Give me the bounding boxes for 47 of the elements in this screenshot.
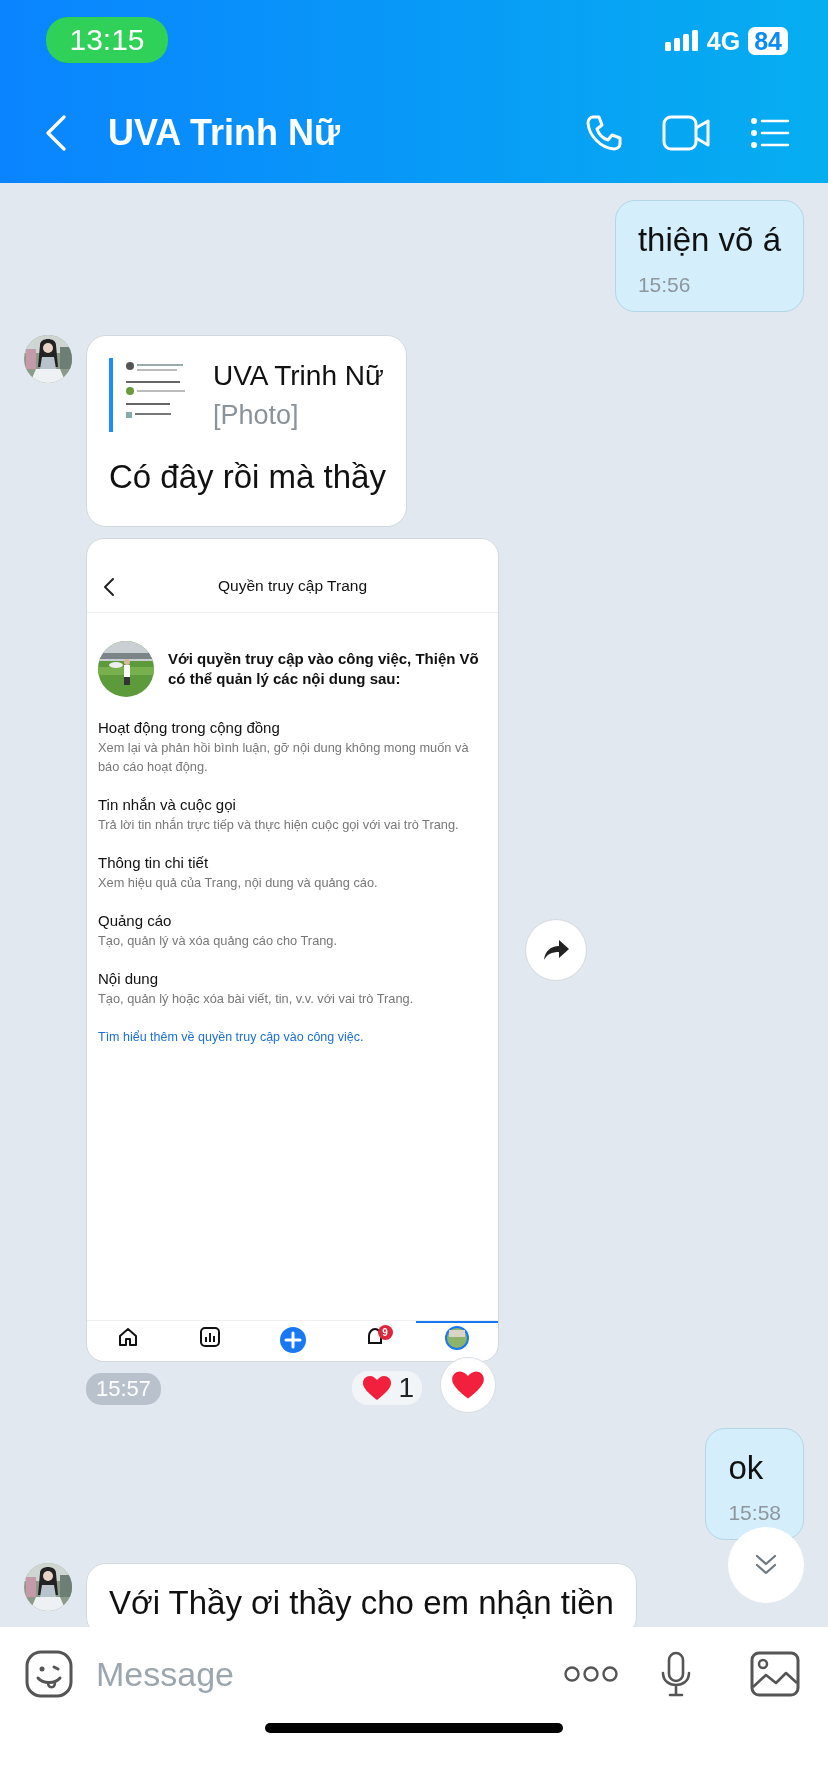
status-time: 13:15: [46, 17, 168, 63]
quote-preview: [Photo]: [213, 399, 300, 431]
screenshot-card[interactable]: [86, 538, 499, 1362]
video-call-icon[interactable]: [662, 113, 712, 152]
intro-text: Với quyền truy cập vào công việc, Thiện Võ có thể quản lý các nội dung sau:: [168, 649, 480, 689]
message-time: 15:58: [728, 1501, 781, 1525]
section-description: Xem lại và phản hồi bình luận, gỡ nội dung không mong muốn và báo cáo hoạt động.: [98, 739, 470, 776]
section-title: Hoạt động trong cộng đồng: [98, 719, 281, 736]
home-icon: [117, 1326, 140, 1348]
chart-icon: [199, 1326, 222, 1348]
notification-badge: 9: [377, 1325, 393, 1340]
quote-sender: UVA Trinh Nữ: [213, 359, 384, 392]
heart-reaction-button[interactable]: [440, 1357, 496, 1413]
menu-icon[interactable]: [750, 116, 790, 149]
section-description: Tạo, quản lý và xóa quảng cáo cho Trang.: [98, 932, 339, 950]
more-icon[interactable]: [564, 1665, 618, 1683]
plus-icon: [278, 1326, 307, 1354]
learn-more-link[interactable]: Tìm hiểu thêm về quyền truy cập vào công việc.: [87, 1008, 498, 1044]
sticker-icon[interactable]: [24, 1649, 74, 1699]
image-icon[interactable]: [750, 1651, 800, 1697]
section-title: Tin nhắn và cuộc gọi: [98, 796, 237, 813]
share-icon: [542, 938, 570, 962]
heart-icon: [451, 1370, 485, 1400]
notifications-tab[interactable]: 9: [333, 1321, 416, 1355]
message-text: Với Thầy ơi thầy cho em nhận tiền: [109, 1584, 614, 1622]
section-title: Quảng cáo: [98, 912, 173, 929]
heart-icon: [362, 1375, 393, 1401]
message-time: 15:56: [637, 273, 692, 297]
message-text: ok: [728, 1449, 765, 1487]
network-type: 4G: [706, 26, 741, 56]
section-description: Trả lời tin nhắn trực tiếp và thực hiện cuộc gọi với vai trò Trang.: [98, 816, 460, 834]
message-text: thiện võ á: [637, 221, 781, 259]
section-title: Nội dung: [98, 970, 160, 987]
screen-title: Quyền truy cập Trang: [216, 576, 369, 595]
microphone-icon[interactable]: [660, 1651, 692, 1697]
chat-title: UVA Trinh Nữ: [108, 111, 342, 154]
back-icon: [103, 577, 115, 597]
reaction-count[interactable]: 1: [352, 1371, 422, 1405]
section-description: Tạo, quản lý hoặc xóa bài viết, tin, v.v. với vai trò Trang.: [98, 990, 415, 1008]
section-description: Xem hiệu quả của Trang, nội dung và quảng cáo.: [98, 874, 379, 892]
message-time: 15:57: [86, 1373, 162, 1405]
battery-indicator: 84: [748, 27, 788, 55]
message-field[interactable]: Message: [94, 1653, 564, 1695]
signal-icon: [664, 30, 699, 52]
back-button[interactable]: [44, 114, 68, 151]
section-title: Thông tin chi tiết: [98, 854, 210, 871]
message-text: Có đây rồi mà thầy: [109, 458, 386, 496]
